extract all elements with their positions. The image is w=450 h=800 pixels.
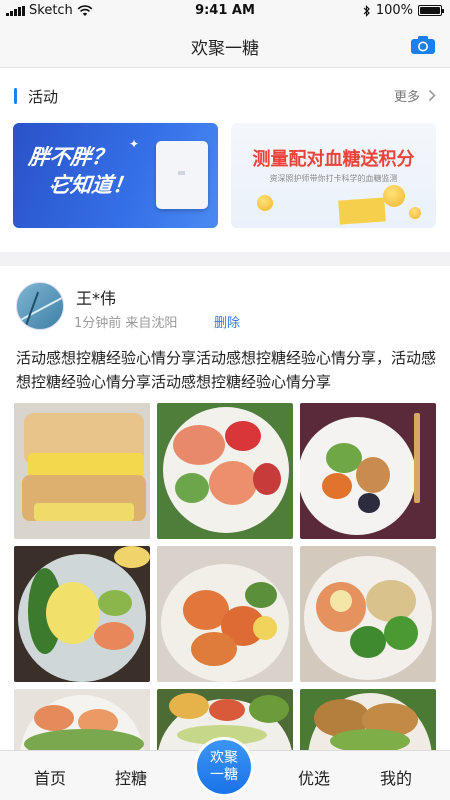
coin-icon (257, 195, 273, 211)
post-meta: 1分钟前 来自沈阳 (74, 316, 178, 331)
more-button[interactable]: 更多 (394, 86, 436, 105)
activity-title: 活动 (28, 88, 59, 106)
sparkle-icon: ✦ (49, 183, 57, 193)
delete-button[interactable]: 删除 (214, 312, 240, 331)
post-photo-shrimp-salad[interactable] (14, 689, 150, 756)
banner-1-text: 胖不胖？ 它知道！ (24, 143, 138, 199)
section-marker (14, 88, 17, 104)
post-photo-grilled-chicken[interactable] (300, 689, 436, 756)
banner-2-subtitle: 资深照护师带你打卡科学的血糖监测 (269, 174, 398, 183)
scale-image (156, 141, 208, 209)
coin-icon (409, 207, 421, 219)
post-card: 王*伟 1分钟前 来自沈阳 删除 活动感想控糖经验心情分享活动感想控糖经验心情分… (0, 266, 450, 756)
status-right: 100% (363, 3, 444, 18)
post-text: 活动感想控糖经验心情分享活动感想控糖经验心情分享，活动感想控糖经验心情分享活动感… (16, 349, 437, 391)
banner-2-title: 测量配对血糖送积分 (252, 149, 415, 170)
bluetooth-icon (363, 4, 370, 17)
tab-center-inner: 欢聚 一糖 (197, 740, 251, 794)
chevron-right-icon (428, 89, 436, 102)
page-title: 欢聚一糖 (191, 39, 259, 59)
tab-home[interactable]: 首页 (34, 765, 66, 789)
battery-label: 100% (375, 3, 413, 18)
status-bar: Sketch 9:41 AM 100% (0, 0, 450, 22)
tab-featured[interactable]: 优选 (298, 765, 330, 789)
battery-icon (418, 5, 444, 16)
post-photo-chicken-vegetables[interactable] (300, 403, 436, 539)
post-photo-egg-avocado[interactable] (14, 546, 150, 682)
tab-center-button[interactable]: 欢聚 一糖 (194, 737, 254, 797)
tab-center-line1: 欢聚 (210, 750, 238, 766)
activity-banner-scale[interactable]: 胖不胖？ 它知道！ ✦ ✦ (13, 123, 218, 228)
avatar[interactable] (16, 282, 64, 330)
tab-sugar-control[interactable]: 控糖 (115, 765, 147, 789)
banner-1-line1: 胖不胖？ (27, 145, 114, 169)
tab-bar: 首页 控糖 欢聚 一糖 优选 我的 (0, 737, 450, 800)
tab-mine[interactable]: 我的 (380, 765, 412, 789)
user-name[interactable]: 王*伟 (76, 285, 116, 309)
banner-1-line2: 它知道！ (48, 173, 135, 197)
gift-box-image (338, 197, 386, 225)
activity-banner-glucose[interactable]: 测量配对血糖送积分 资深照护师带你打卡科学的血糖监测 (231, 123, 436, 228)
more-label: 更多 (393, 90, 420, 105)
coin-icon (383, 185, 405, 207)
post-photo-sandwich[interactable] (14, 403, 150, 539)
post-photo-salmon-broccoli[interactable] (300, 546, 436, 682)
post-photo-shrimp[interactable] (157, 546, 293, 682)
nav-bar: 欢聚一糖 (0, 22, 450, 68)
camera-icon[interactable] (410, 35, 436, 55)
sparkle-icon: ✦ (129, 137, 140, 151)
tab-center-line2: 一糖 (210, 767, 238, 783)
activity-section: 活动 更多 胖不胖？ 它知道！ ✦ ✦ 测量配对血糖送积分 资深照护师带你打卡科… (0, 68, 450, 252)
post-photo-salmon-salad[interactable] (157, 403, 293, 539)
